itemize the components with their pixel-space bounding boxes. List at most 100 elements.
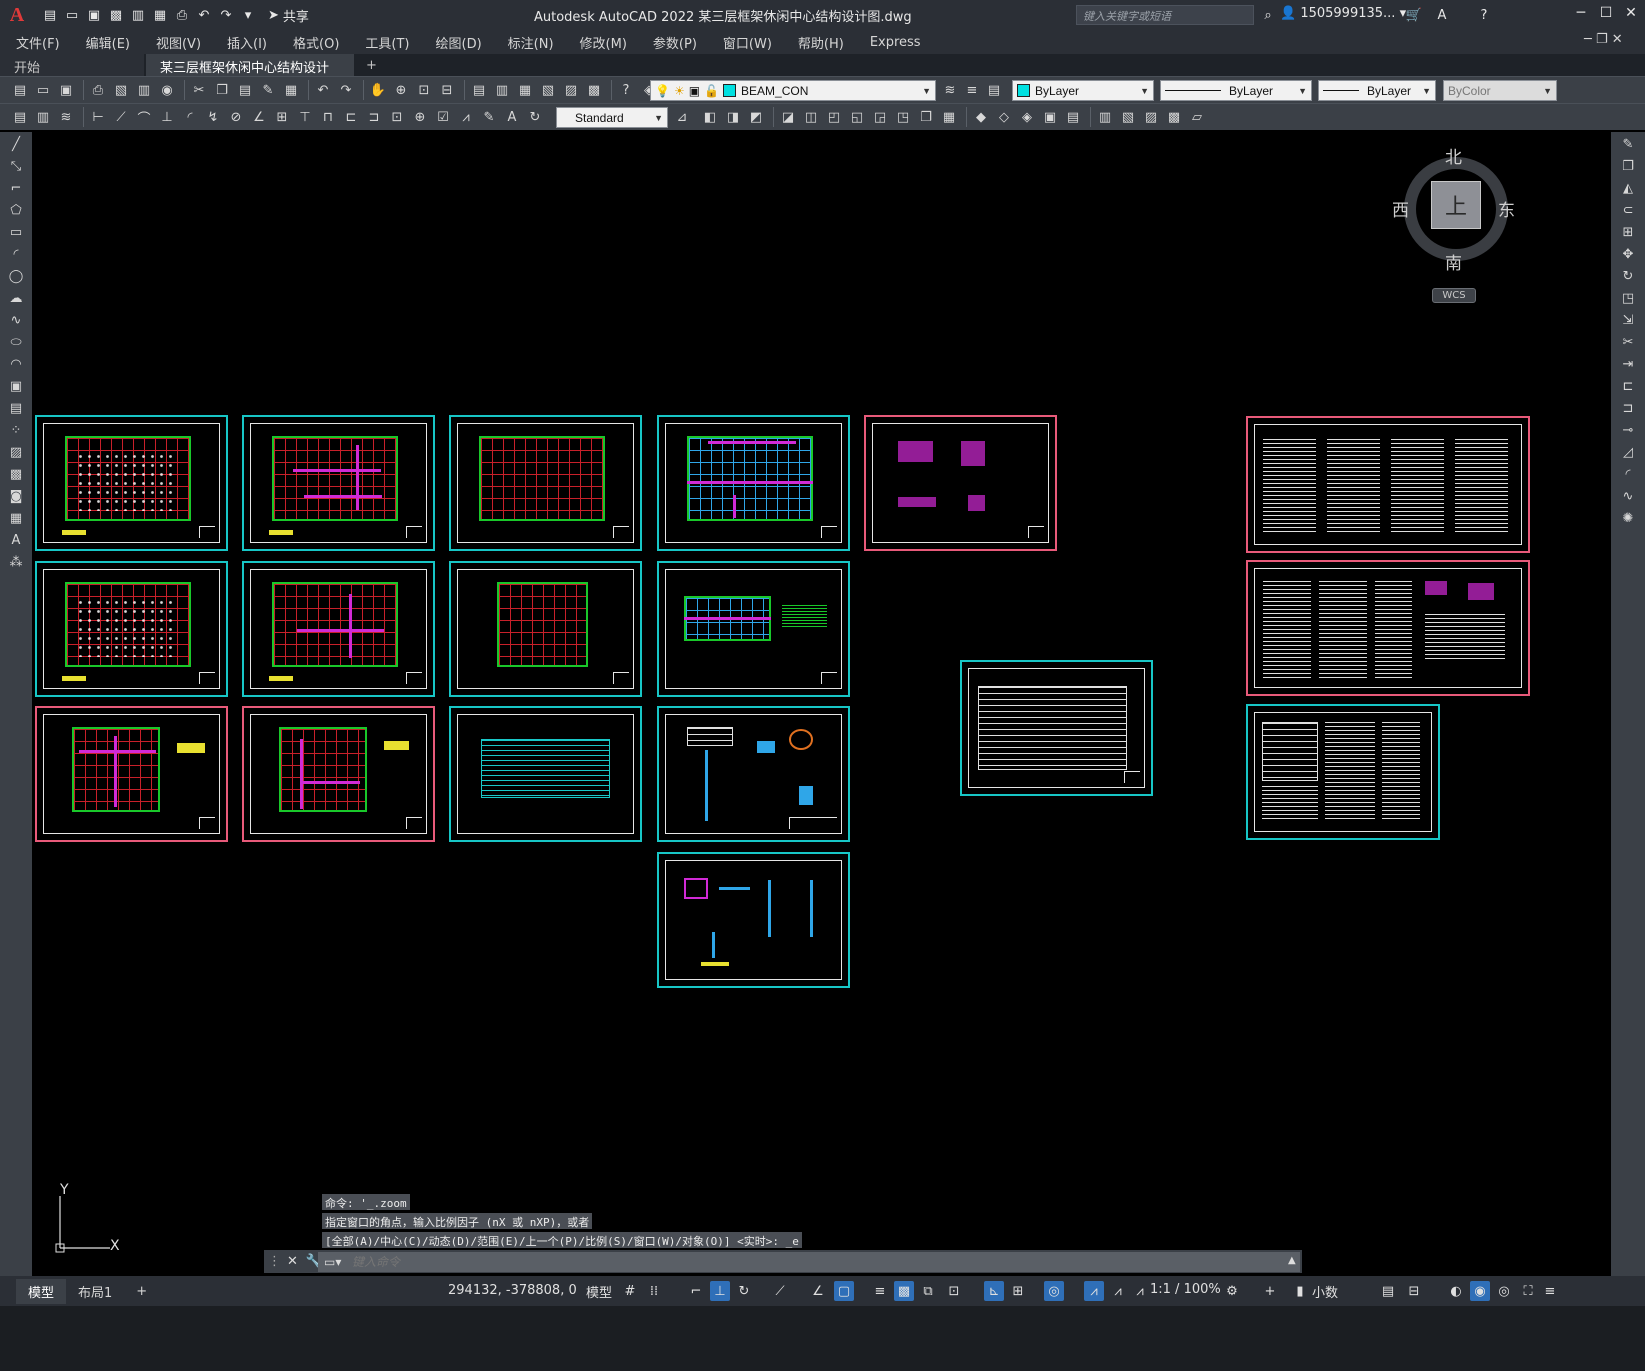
customize-qat-icon[interactable]: ▾ bbox=[238, 5, 258, 25]
tool-palettes-icon[interactable]: ▦ bbox=[515, 80, 535, 100]
dimension-space-icon[interactable]: ⊏ bbox=[341, 107, 361, 127]
graphics-performance-icon[interactable]: ◎ bbox=[1494, 1281, 1514, 1301]
rotate-faces-icon[interactable]: ◲ bbox=[870, 107, 890, 127]
menu-window[interactable]: 窗口(W) bbox=[723, 33, 772, 52]
copy-icon[interactable]: ❐ bbox=[212, 80, 232, 100]
menu-modify[interactable]: 修改(M) bbox=[580, 33, 627, 52]
plot-preview-icon[interactable]: ▧ bbox=[111, 80, 131, 100]
linear-dimension-icon[interactable]: ⊢ bbox=[88, 107, 108, 127]
cart-icon[interactable]: 🛒 bbox=[1404, 5, 1424, 25]
compass-west[interactable]: 西 bbox=[1392, 196, 1409, 221]
isodraft-icon[interactable]: ⟋ bbox=[770, 1281, 790, 1301]
search-input[interactable]: 键入关键字或短语 bbox=[1076, 5, 1254, 25]
blend-curves-icon[interactable]: ∿ bbox=[1617, 486, 1639, 506]
search-icon[interactable]: ⌕ bbox=[1258, 5, 1278, 25]
rotate-icon[interactable]: ↻ bbox=[1617, 266, 1639, 286]
union-icon[interactable]: ◧ bbox=[700, 107, 720, 127]
break-icon[interactable]: ⊐ bbox=[1617, 398, 1639, 418]
new-file-icon[interactable]: ▤ bbox=[40, 5, 60, 25]
viewcube-face-top[interactable]: 上 bbox=[1431, 181, 1481, 229]
3dprint-icon[interactable]: ◉ bbox=[157, 80, 177, 100]
make-current-layer-icon[interactable]: ≋ bbox=[940, 80, 960, 100]
trim-icon[interactable]: ✂ bbox=[1617, 332, 1639, 352]
new-tab-icon[interactable]: + bbox=[356, 55, 387, 76]
copy-icon[interactable]: ❐ bbox=[1617, 156, 1639, 176]
insert-block-icon[interactable]: ▣ bbox=[5, 376, 27, 396]
dimension-style-icon[interactable]: ⊿ bbox=[672, 107, 692, 127]
jogged-linear-icon[interactable]: ⩘ bbox=[456, 107, 476, 127]
drawing-sheet[interactable] bbox=[449, 561, 642, 697]
ordinate-dimension-icon[interactable]: ⊥ bbox=[157, 107, 177, 127]
center-mark-icon[interactable]: ⊕ bbox=[410, 107, 430, 127]
isolate-objects-icon[interactable]: ◐ bbox=[1446, 1281, 1466, 1301]
hardware-acceleration-icon[interactable]: ◉ bbox=[1470, 1281, 1490, 1301]
3d-object-snap-icon[interactable]: ⊡ bbox=[944, 1281, 964, 1301]
region-icon[interactable]: ◙ bbox=[5, 486, 27, 506]
wcs-menu[interactable]: WCS bbox=[1432, 288, 1476, 303]
command-history-toggle-icon[interactable]: ▲ bbox=[1288, 1255, 1296, 1266]
fillet-icon[interactable]: ◜ bbox=[1617, 464, 1639, 484]
tab-model[interactable]: 模型 bbox=[16, 1278, 67, 1304]
auto-scale-icon[interactable]: ⩘ bbox=[1108, 1281, 1128, 1301]
help-icon[interactable]: ? bbox=[616, 80, 636, 100]
add-layout-icon[interactable]: + bbox=[124, 1281, 159, 1302]
inspect-icon[interactable]: ☑ bbox=[433, 107, 453, 127]
save-as-icon[interactable]: ▩ bbox=[106, 5, 126, 25]
zoom-realtime-icon[interactable]: ⊕ bbox=[391, 80, 411, 100]
drawing-sheet[interactable] bbox=[35, 706, 228, 842]
drawing-sheet[interactable] bbox=[35, 415, 228, 551]
paste-icon[interactable]: ▤ bbox=[235, 80, 255, 100]
stretch-icon[interactable]: ⇲ bbox=[1617, 310, 1639, 330]
dynamic-ucs-icon[interactable]: ⊾ bbox=[984, 1281, 1004, 1301]
arc-icon[interactable]: ◜ bbox=[5, 244, 27, 264]
cursor-coordinates[interactable]: 294132, -378808, 0 bbox=[448, 1283, 577, 1298]
radius-dimension-icon[interactable]: ◜ bbox=[180, 107, 200, 127]
command-prompt-icon[interactable]: ▭▾ bbox=[324, 1255, 341, 1269]
extend-icon[interactable]: ⇥ bbox=[1617, 354, 1639, 374]
drawing-sheet[interactable] bbox=[449, 706, 642, 842]
markup-icon[interactable]: ▨ bbox=[561, 80, 581, 100]
lock-ui-icon[interactable]: ⊟ bbox=[1404, 1281, 1424, 1301]
gizmo-icon[interactable]: ◎ bbox=[1044, 1281, 1064, 1301]
drawing-sheet[interactable] bbox=[657, 706, 850, 842]
design-center-icon[interactable]: ▥ bbox=[492, 80, 512, 100]
object-snap-tracking-icon[interactable]: ∠ bbox=[808, 1281, 828, 1301]
layer-state-icon[interactable]: ▤ bbox=[984, 80, 1004, 100]
revision-cloud-icon[interactable]: ☁ bbox=[5, 288, 27, 308]
drawing-sheet[interactable] bbox=[657, 415, 850, 551]
model-space-toggle[interactable]: 模型 bbox=[586, 1282, 612, 1301]
plot-icon[interactable]: ⎙ bbox=[88, 80, 108, 100]
zoom-window-icon[interactable]: ⊡ bbox=[414, 80, 434, 100]
lineweight-dropdown[interactable]: ByLayer ▼ bbox=[1318, 80, 1436, 101]
imprint-icon[interactable]: ◆ bbox=[971, 107, 991, 127]
drawing-sheet[interactable] bbox=[1246, 560, 1530, 696]
scale-icon[interactable]: ◳ bbox=[1617, 288, 1639, 308]
command-line-grip-icon[interactable]: ⋮ bbox=[268, 1254, 281, 1269]
properties-icon[interactable]: ▤ bbox=[469, 80, 489, 100]
offset-icon[interactable]: ⊂ bbox=[1617, 200, 1639, 220]
tab-start[interactable]: 开始 bbox=[0, 54, 144, 76]
maximize-button[interactable]: ☐ bbox=[1594, 5, 1618, 21]
tab-drawing[interactable]: 某三层框架休闲中心结构设计图*✕ bbox=[146, 54, 354, 95]
check-icon[interactable]: ▤ bbox=[1063, 107, 1083, 127]
taper-faces-icon[interactable]: ◳ bbox=[893, 107, 913, 127]
point-icon[interactable]: ⁘ bbox=[5, 420, 27, 440]
subtract-icon[interactable]: ◨ bbox=[723, 107, 743, 127]
drawing-sheet[interactable] bbox=[960, 660, 1153, 796]
menu-help[interactable]: 帮助(H) bbox=[798, 33, 844, 52]
color-faces-icon[interactable]: ▦ bbox=[939, 107, 959, 127]
extrude-faces-icon[interactable]: ◪ bbox=[778, 107, 798, 127]
polygon-icon[interactable]: ⬠ bbox=[5, 200, 27, 220]
construction-line-icon[interactable]: ⤡ bbox=[5, 156, 27, 176]
autodesk-app-icon[interactable]: A bbox=[1432, 5, 1452, 25]
drawing-sheet[interactable] bbox=[1246, 416, 1530, 553]
table-icon[interactable]: ▦ bbox=[5, 508, 27, 528]
polyline-icon[interactable]: ⌐ bbox=[5, 178, 27, 198]
dimension-edit-icon[interactable]: ✎ bbox=[479, 107, 499, 127]
angular-dimension-icon[interactable]: ∠ bbox=[249, 107, 269, 127]
diameter-dimension-icon[interactable]: ⊘ bbox=[226, 107, 246, 127]
undo-icon[interactable]: ↶ bbox=[313, 80, 333, 100]
print-icon[interactable]: ⎙ bbox=[172, 5, 192, 25]
menu-insert[interactable]: 插入(I) bbox=[227, 33, 267, 52]
zoom-previous-icon[interactable]: ⊟ bbox=[437, 80, 457, 100]
